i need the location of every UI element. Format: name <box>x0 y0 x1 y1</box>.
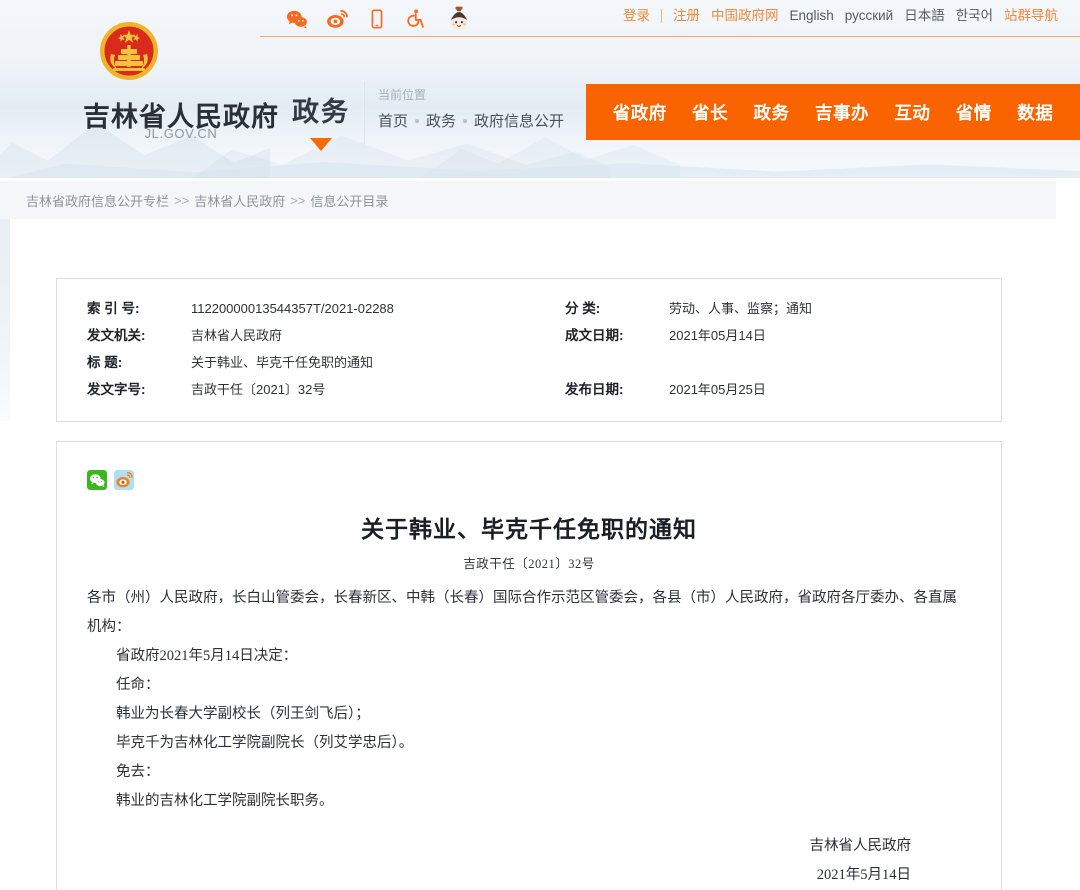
document-signature: 吉林省人民政府 2021年5月14日 <box>87 832 971 890</box>
site-header: 登录 注册 中国政府网 English русский 日本語 한국어 站群导航 <box>0 0 1080 178</box>
metadata-row-index-number: 索 引 号: 11220000013544357T/2021-02288 <box>87 297 549 318</box>
metadata-column-right: 分 类: 劳动、人事、监察；通知 成文日期: 2021年05月14日 发布日期:… <box>549 297 959 405</box>
nav-item-government-affairs[interactable]: 政务 <box>754 100 790 125</box>
metadata-key: 发文字号: <box>87 382 146 397</box>
main-navigation: 省政府 省长 政务 吉事办 互动 省情 数据 <box>586 84 1080 140</box>
metadata-value: 吉林省人民政府 <box>191 328 283 343</box>
metadata-value: 2021年05月14日 <box>669 328 766 343</box>
metadata-key: 成文日期: <box>565 328 624 343</box>
current-location: 当前位置 首页 政务 政府信息公开 <box>378 86 564 131</box>
document-paragraph: 毕克千为吉林化工学院副院长（列艾学忠后）。 <box>116 735 414 751</box>
chevron-down-icon[interactable] <box>310 138 332 151</box>
metadata-value: 吉政干任〔2021〕32号 <box>191 382 326 397</box>
nav-item-interaction[interactable]: 互动 <box>894 100 930 125</box>
document-paragraph: 韩业的吉林化工学院副院长职务。 <box>116 793 334 809</box>
signature-date: 2021年5月14日 <box>816 867 911 883</box>
document-paragraph: 韩业为长春大学副校长（列王剑飞后）； <box>116 706 370 722</box>
metadata-row-issuing-agency: 发文机关: 吉林省人民政府 <box>87 324 549 345</box>
header-top-links: 登录 注册 中国政府网 English русский 日本語 한국어 站群导航 <box>623 9 1058 23</box>
register-link[interactable]: 注册 <box>673 9 700 23</box>
signature-organization: 吉林省人民政府 <box>809 838 912 854</box>
site-group-nav-link[interactable]: 站群导航 <box>1004 9 1058 23</box>
nav-item-data[interactable]: 数据 <box>1017 100 1053 125</box>
document-metadata-table: 索 引 号: 11220000013544357T/2021-02288 发文机… <box>56 278 1002 422</box>
link-divider <box>661 9 662 23</box>
current-location-path: 首页 政务 政府信息公开 <box>378 110 564 131</box>
document-number: 吉政干任〔2021〕32号 <box>463 557 595 571</box>
mobile-icon[interactable] <box>366 8 388 30</box>
nav-item-jishiban[interactable]: 吉事办 <box>815 100 869 125</box>
nav-item-governor[interactable]: 省长 <box>692 100 728 125</box>
document-paragraph: 各市（州）人民政府，长白山管委会，长春新区、中韩（长春）国际合作示范区管委会，各… <box>87 590 957 635</box>
header-social-icons <box>286 4 472 34</box>
channel-title[interactable]: 政务 <box>292 90 350 129</box>
path-dot-icon <box>463 118 468 123</box>
metadata-row-title: 标 题: 关于韩业、毕克千任免职的通知 <box>87 351 549 372</box>
wechat-icon[interactable] <box>286 8 308 30</box>
mascot-avatar-icon[interactable] <box>446 6 472 32</box>
wechat-share-icon[interactable] <box>87 470 107 490</box>
breadcrumb-separator: >> <box>174 192 190 208</box>
weibo-share-icon[interactable] <box>114 470 134 490</box>
metadata-row-document-number: 发文字号: 吉政干任〔2021〕32号 <box>87 378 549 399</box>
breadcrumb-item-0[interactable]: 吉林省政府信息公开专栏 <box>26 191 169 210</box>
document-body-panel: 关于韩业、毕克千任免职的通知 吉政干任〔2021〕32号 各市（州）人民政府，长… <box>56 441 1002 890</box>
lang-korean-link[interactable]: 한국어 <box>956 9 993 23</box>
metadata-value: 11220000013544357T/2021-02288 <box>191 301 394 316</box>
site-url: JL.GOV.CN <box>144 126 218 141</box>
lang-japanese-link[interactable]: 日本語 <box>904 9 945 23</box>
metadata-value: 2021年05月25日 <box>669 382 766 397</box>
nav-item-provincial-government[interactable]: 省政府 <box>613 100 667 125</box>
metadata-row-publish-date: 发布日期: 2021年05月25日 <box>565 378 959 399</box>
accessibility-icon[interactable] <box>406 8 428 30</box>
metadata-key: 索 引 号: <box>87 301 140 316</box>
breadcrumb: 吉林省政府信息公开专栏 >> 吉林省人民政府 >> 信息公开目录 <box>0 181 1056 219</box>
national-emblem-icon <box>98 20 160 82</box>
document-title: 关于韩业、毕克千任免职的通知 <box>361 517 697 542</box>
document-paragraph: 免去： <box>116 764 160 780</box>
nav-item-province-info[interactable]: 省情 <box>956 100 992 125</box>
document-paragraph: 任命： <box>116 677 160 693</box>
page-content: 索 引 号: 11220000013544357T/2021-02288 发文机… <box>0 219 1080 890</box>
path-dot-icon <box>415 118 420 123</box>
metadata-column-left: 索 引 号: 11220000013544357T/2021-02288 发文机… <box>57 297 549 405</box>
location-link-home[interactable]: 首页 <box>378 110 408 131</box>
china-gov-link[interactable]: 中国政府网 <box>711 9 779 23</box>
metadata-key: 分 类: <box>565 301 601 316</box>
lang-russian-link[interactable]: русский <box>845 9 893 23</box>
breadcrumb-item-2[interactable]: 信息公开目录 <box>310 191 388 210</box>
mountain-decoration <box>0 162 1080 178</box>
metadata-key: 标 题: <box>87 355 123 370</box>
metadata-value: 关于韩业、毕克千任免职的通知 <box>191 355 374 370</box>
breadcrumb-item-1[interactable]: 吉林省人民政府 <box>194 191 285 210</box>
lang-english-link[interactable]: English <box>790 9 834 23</box>
metadata-key: 发布日期: <box>565 382 624 397</box>
document-paragraphs: 各市（州）人民政府，长白山管委会，长春新区、中韩（长春）国际合作示范区管委会，各… <box>87 584 971 816</box>
login-link[interactable]: 登录 <box>623 9 650 23</box>
breadcrumb-separator: >> <box>290 192 306 208</box>
location-link-openinfo[interactable]: 政府信息公开 <box>474 110 564 131</box>
metadata-key: 发文机关: <box>87 328 146 343</box>
header-vertical-divider <box>364 82 365 144</box>
metadata-row-category: 分 类: 劳动、人事、监察；通知 <box>565 297 959 318</box>
document-share-icons <box>87 470 971 490</box>
header-divider-rule <box>260 36 1080 37</box>
current-location-label: 当前位置 <box>378 88 427 102</box>
metadata-row-written-date: 成文日期: 2021年05月14日 <box>565 324 959 345</box>
metadata-value: 劳动、人事、监察；通知 <box>669 301 813 316</box>
location-link-zhengwu[interactable]: 政务 <box>426 110 456 131</box>
document-paragraph: 省政府2021年5月14日决定： <box>116 648 298 664</box>
weibo-icon[interactable] <box>326 8 348 30</box>
